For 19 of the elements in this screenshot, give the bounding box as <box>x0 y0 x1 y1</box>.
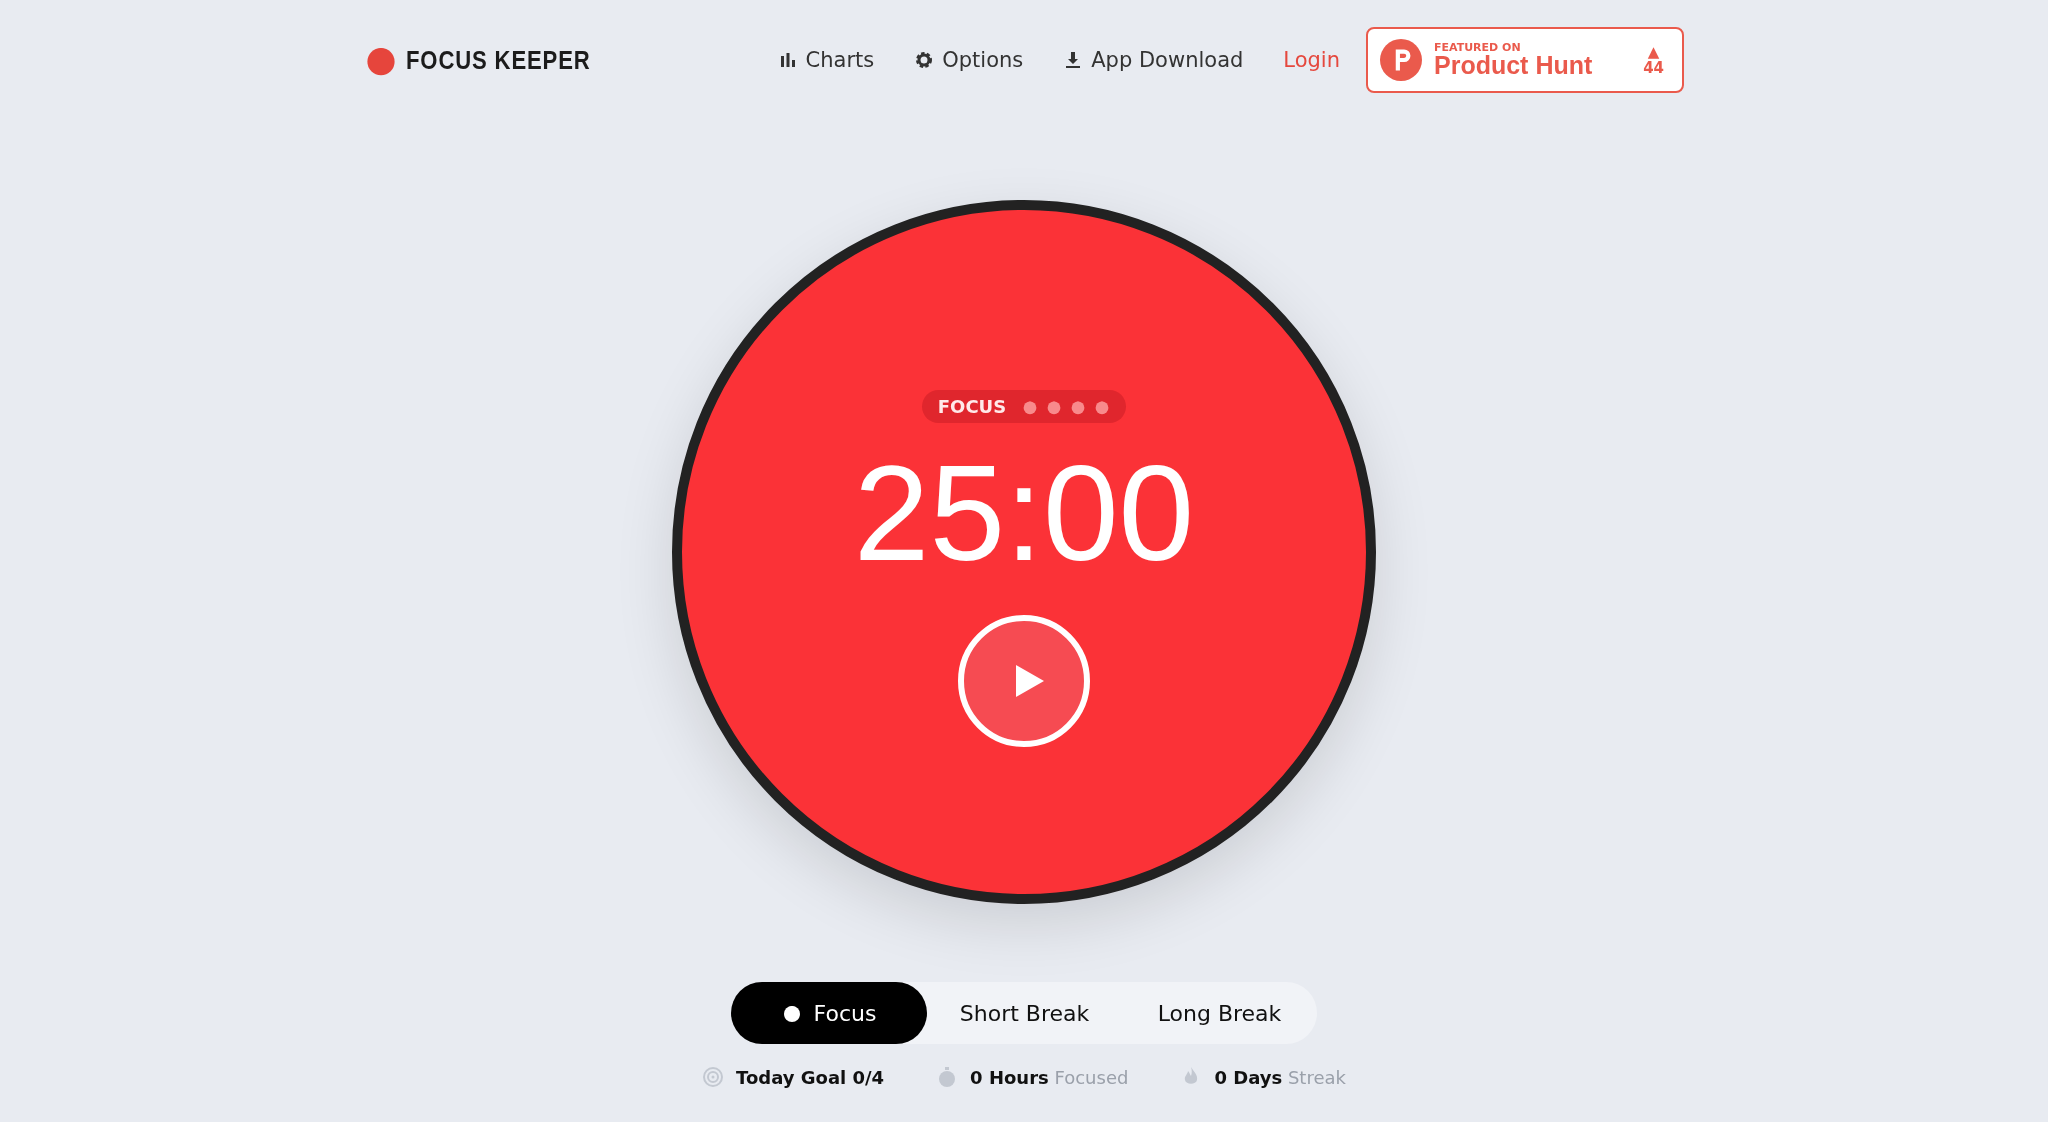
target-icon <box>702 1066 725 1088</box>
stat-text: 0 Days Streak <box>1214 1066 1346 1088</box>
upvote-arrow: ▲ <box>1647 43 1660 60</box>
stat-text: Today Goal 0/4 <box>736 1066 885 1088</box>
nav-link[interactable]: App Download <box>1063 48 1244 72</box>
vote-count: 44 <box>1643 60 1664 77</box>
stat-text: 0 Hours Focused <box>970 1066 1129 1088</box>
badge-caption: FEATURED ON <box>1434 42 1522 53</box>
mode-tab[interactable]: Long Break <box>1122 982 1317 1044</box>
settings-icon <box>914 50 935 70</box>
mode-tab[interactable]: Focus <box>731 982 927 1044</box>
timer-display: 25:00 <box>853 445 1195 581</box>
logo-text: FOCUS KEEPER <box>406 44 591 76</box>
nav-link[interactable]: Options <box>914 48 1024 72</box>
nav-link[interactable]: Charts <box>777 48 875 72</box>
badge-title: Product Hunt <box>1434 53 1593 78</box>
mode-label: FOCUS <box>937 396 1007 417</box>
product-hunt-logo-icon <box>1380 39 1422 81</box>
mode-tab[interactable]: Short Break <box>927 982 1122 1044</box>
